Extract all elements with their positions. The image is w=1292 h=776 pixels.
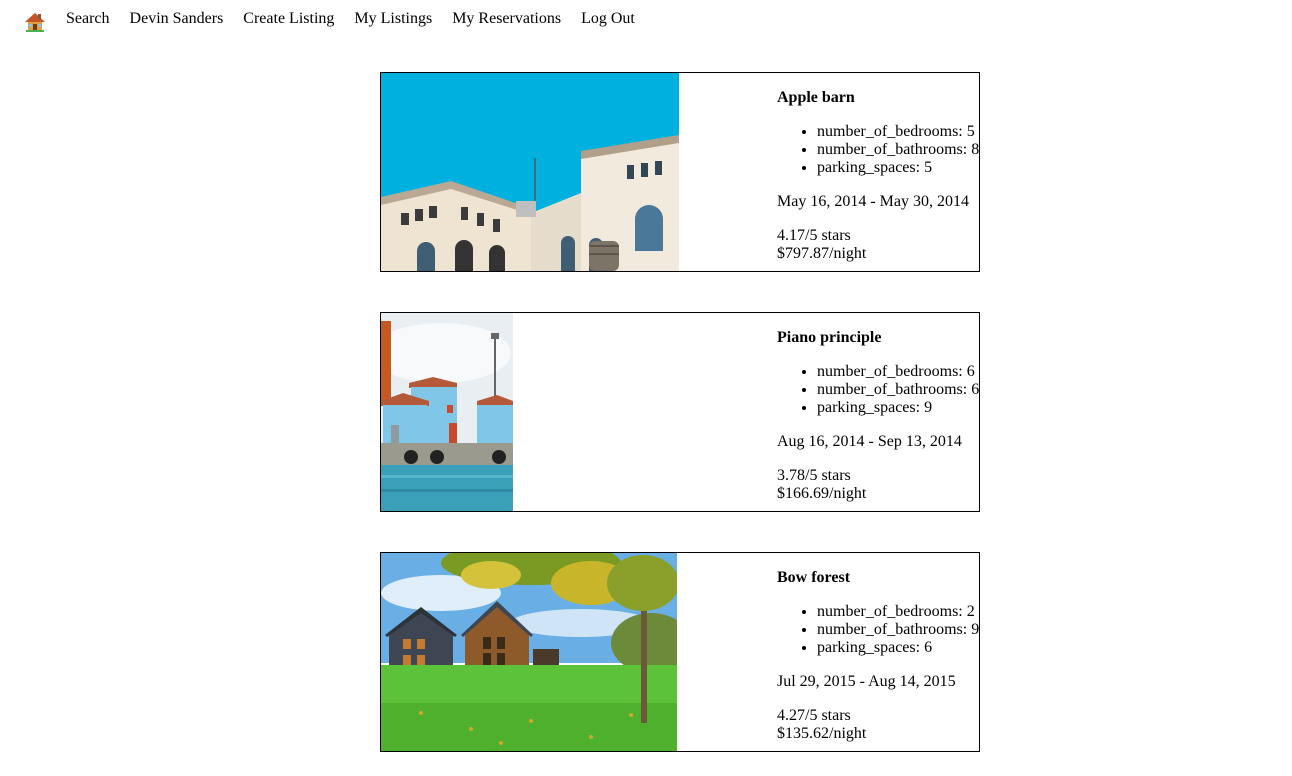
nav-links: Search Devin Sanders Create Listing My L… (66, 10, 635, 28)
listing-rating: 3.78/5 stars (777, 467, 851, 484)
nav-my-listings-link[interactable]: My Listings (354, 10, 432, 28)
feature-parking: parking_spaces: 5 (817, 159, 979, 177)
listing-photo (381, 553, 677, 751)
listing-info: Apple barn number_of_bedrooms: 5 number_… (777, 89, 979, 263)
listing-photo (381, 73, 679, 271)
listing-features: number_of_bedrooms: 6 number_of_bathroom… (777, 363, 979, 417)
listing-price: $166.69/night (777, 485, 867, 502)
nav-search-link[interactable]: Search (66, 10, 110, 28)
feature-parking: parking_spaces: 9 (817, 399, 979, 417)
listing-price: $797.87/night (777, 245, 867, 262)
listing-info: Piano principle number_of_bedrooms: 6 nu… (777, 329, 979, 503)
listing-features: number_of_bedrooms: 2 number_of_bathroom… (777, 603, 979, 657)
nav-user-link[interactable]: Devin Sanders (130, 10, 224, 28)
listing-title[interactable]: Bow forest (777, 569, 979, 587)
nav-my-reservations-link[interactable]: My Reservations (452, 10, 561, 28)
feature-bathrooms: number_of_bathrooms: 6 (817, 381, 979, 399)
nav-create-listing-link[interactable]: Create Listing (243, 10, 334, 28)
listing-photo (381, 313, 513, 511)
listing-title[interactable]: Apple barn (777, 89, 979, 107)
listing-title[interactable]: Piano principle (777, 329, 979, 347)
listing-dates: May 16, 2014 - May 30, 2014 (777, 193, 969, 210)
feature-bedrooms: number_of_bedrooms: 5 (817, 123, 979, 141)
home-house-icon[interactable] (24, 11, 46, 33)
listing-price: $135.62/night (777, 725, 867, 742)
feature-bathrooms: number_of_bathrooms: 9 (817, 621, 979, 639)
listing-dates: Aug 16, 2014 - Sep 13, 2014 (777, 433, 962, 450)
top-nav: Search Devin Sanders Create Listing My L… (0, 0, 1292, 40)
listing-info: Bow forest number_of_bedrooms: 2 number_… (777, 569, 979, 743)
listing-rating: 4.17/5 stars (777, 227, 851, 244)
nav-log-out-link[interactable]: Log Out (581, 10, 635, 28)
feature-bedrooms: number_of_bedrooms: 2 (817, 603, 979, 621)
feature-bathrooms: number_of_bathrooms: 8 (817, 141, 979, 159)
listing-card[interactable]: Piano principle number_of_bedrooms: 6 nu… (380, 312, 980, 512)
feature-parking: parking_spaces: 6 (817, 639, 979, 657)
listing-rating: 4.27/5 stars (777, 707, 851, 724)
listing-features: number_of_bedrooms: 5 number_of_bathroom… (777, 123, 979, 177)
listing-card[interactable]: Bow forest number_of_bedrooms: 2 number_… (380, 552, 980, 752)
listing-card[interactable]: Apple barn number_of_bedrooms: 5 number_… (380, 72, 980, 272)
feature-bedrooms: number_of_bedrooms: 6 (817, 363, 979, 381)
listing-dates: Jul 29, 2015 - Aug 14, 2015 (777, 673, 956, 690)
